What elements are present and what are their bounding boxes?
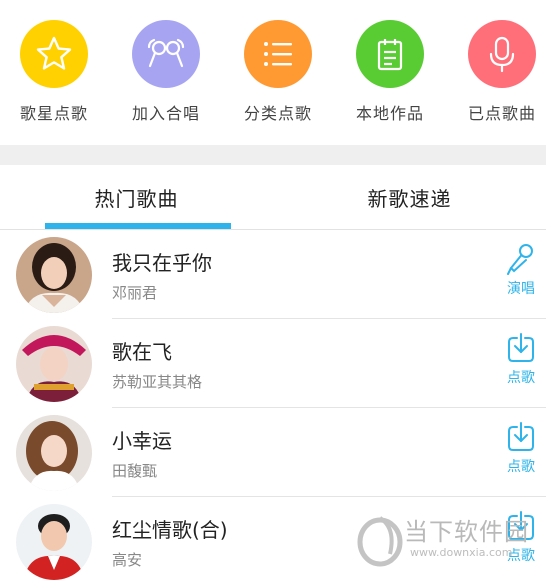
song-artist: 苏勒亚其其格 bbox=[112, 373, 203, 391]
shortcut-circle bbox=[132, 20, 200, 88]
shortcut-label: 加入合唱 bbox=[131, 104, 200, 123]
shortcut-label: 已点歌曲 bbox=[467, 104, 536, 123]
song-row[interactable]: 红尘情歌(合) 高安 点歌 bbox=[0, 497, 546, 581]
action-label: 点歌 bbox=[507, 459, 535, 475]
shortcut-local-works[interactable]: 本地作品 bbox=[340, 20, 440, 124]
song-row[interactable]: 歌在飞 苏勒亚其其格 点歌 bbox=[0, 319, 546, 408]
shortcut-label: 本地作品 bbox=[355, 104, 424, 123]
request-song-button[interactable]: 点歌 bbox=[496, 509, 546, 565]
microphone-icon bbox=[489, 36, 515, 73]
shortcut-circle bbox=[20, 20, 88, 88]
song-title: 我只在乎你 bbox=[112, 251, 212, 275]
tab-new-songs[interactable]: 新歌速递 bbox=[273, 165, 546, 229]
artist-avatar bbox=[16, 237, 92, 313]
action-label: 演唱 bbox=[507, 281, 535, 297]
microphone-icon bbox=[507, 244, 533, 275]
song-title: 歌在飞 bbox=[112, 340, 172, 364]
song-artist: 邓丽君 bbox=[112, 284, 158, 302]
shortcut-category[interactable]: 分类点歌 bbox=[228, 20, 328, 124]
song-list: 我只在乎你 邓丽君 演唱 歌在飞 苏勒亚其其格 点歌 小幸运 田馥甄 点歌 红尘… bbox=[0, 230, 546, 581]
artist-avatar bbox=[16, 504, 92, 580]
action-label: 点歌 bbox=[507, 370, 535, 386]
request-song-button[interactable]: 点歌 bbox=[496, 331, 546, 387]
star-icon bbox=[36, 36, 72, 70]
shortcut-circle bbox=[356, 20, 424, 88]
song-row[interactable]: 小幸运 田馥甄 点歌 bbox=[0, 408, 546, 497]
list-icon bbox=[264, 42, 292, 66]
shortcut-circle bbox=[468, 20, 536, 88]
download-icon bbox=[508, 511, 534, 540]
active-tab-indicator bbox=[45, 223, 231, 229]
download-icon bbox=[508, 333, 534, 362]
shortcut-singer[interactable]: 歌星点歌 bbox=[4, 20, 104, 124]
shortcut-label: 歌星点歌 bbox=[19, 104, 88, 123]
shortcut-selected-songs[interactable]: 已点歌曲 bbox=[452, 20, 546, 124]
tab-bar: 热门歌曲 新歌速递 bbox=[0, 165, 546, 230]
chorus-mics-icon bbox=[147, 38, 185, 68]
song-row[interactable]: 我只在乎你 邓丽君 演唱 bbox=[0, 230, 546, 319]
shortcut-circle bbox=[244, 20, 312, 88]
tab-hot-songs[interactable]: 热门歌曲 bbox=[0, 165, 273, 229]
song-title: 红尘情歌(合) bbox=[112, 518, 228, 542]
song-title: 小幸运 bbox=[112, 429, 172, 453]
sing-button[interactable]: 演唱 bbox=[496, 242, 546, 298]
shortcut-label: 分类点歌 bbox=[243, 104, 312, 123]
notebook-icon bbox=[377, 39, 403, 71]
section-divider bbox=[0, 145, 546, 165]
artist-avatar bbox=[16, 326, 92, 402]
request-song-button[interactable]: 点歌 bbox=[496, 420, 546, 476]
song-artist: 高安 bbox=[112, 551, 143, 569]
action-label: 点歌 bbox=[507, 548, 535, 564]
download-icon bbox=[508, 422, 534, 451]
artist-avatar bbox=[16, 415, 92, 491]
shortcut-chorus[interactable]: 加入合唱 bbox=[116, 20, 216, 124]
song-artist: 田馥甄 bbox=[112, 462, 158, 480]
shortcut-bar: 歌星点歌 加入合唱 分类点歌 本地作品 已点歌曲 bbox=[0, 0, 546, 145]
